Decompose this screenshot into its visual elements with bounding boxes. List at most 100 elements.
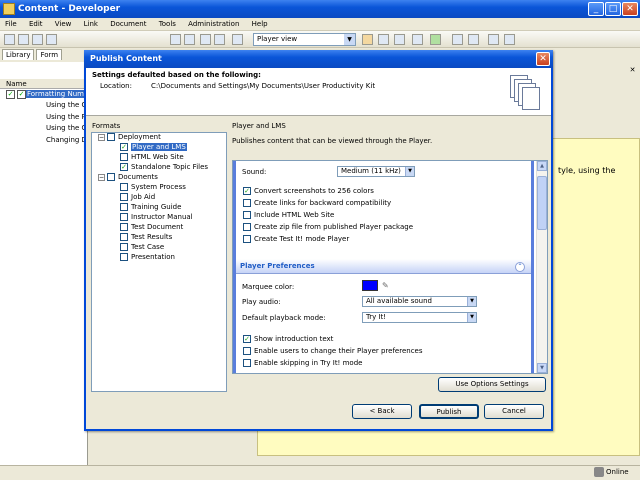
undo-icon[interactable] [504,34,515,45]
checkbox-show-intro[interactable]: ✓ [243,335,251,343]
menu-link[interactable]: Link [79,18,103,28]
tree-check-icons: ✓ ✓ [6,90,26,99]
view-icon-1[interactable] [362,34,373,45]
menu-administration[interactable]: Administration [183,18,244,28]
save-icon[interactable] [32,34,43,45]
checkbox-change-prefs[interactable] [243,347,251,355]
spell-icon[interactable] [214,34,225,45]
menu-help[interactable]: Help [247,18,273,28]
checkbox-test-document[interactable] [120,223,128,231]
checkbox-player-lms[interactable]: ✓ [120,143,128,151]
menu-tools[interactable]: Tools [154,18,181,28]
format-training-guide[interactable]: Training Guide [120,203,181,211]
maximize-button[interactable]: □ [605,2,621,16]
checkbox-documents[interactable] [107,173,115,181]
outline2-icon[interactable] [184,34,195,45]
play-audio-select[interactable]: All available sound ▼ [362,296,477,307]
checkbox-enable-skipping[interactable] [243,359,251,367]
checkbox-convert-256[interactable]: ✓ [243,187,251,195]
menu-edit[interactable]: Edit [24,18,48,28]
option-show-intro[interactable]: ✓ Show introduction text [243,335,333,343]
option-create-zip[interactable]: Create zip file from published Player pa… [243,223,413,231]
refresh-icon[interactable] [430,34,441,45]
preview-text: tyle, using the [558,166,616,175]
checkbox-create-zip[interactable] [243,223,251,231]
format-player-lms[interactable]: ✓ Player and LMS [120,143,187,151]
dialog-close-button[interactable]: ✕ [536,52,550,66]
checkbox-backward-links[interactable] [243,199,251,207]
option-backward-links[interactable]: Create links for backward compatibility [243,199,391,207]
format-system-process[interactable]: System Process [120,183,186,191]
collapse-icon[interactable]: − [98,133,105,141]
view-mode-select[interactable]: Player view ▼ [253,33,356,46]
checkbox-html-web-site[interactable] [120,153,128,161]
tab-form[interactable]: Form [36,49,63,60]
format-html-web-site[interactable]: HTML Web Site [120,153,184,161]
publish-icon[interactable] [488,34,499,45]
format-test-case[interactable]: Test Case [120,243,164,251]
print-icon[interactable] [46,34,57,45]
open-icon[interactable] [18,34,29,45]
checkbox-deployment[interactable] [107,133,115,141]
tree-item-formatting[interactable]: Formatting Numb [25,90,91,98]
checkbox-presentation[interactable] [120,253,128,261]
option-enable-skipping[interactable]: Enable skipping in Try It! mode [243,359,362,367]
settings-scrollbar[interactable]: ▲ ▼ [536,161,547,373]
publish-button[interactable]: Publish [419,404,479,419]
checkbox-include-html[interactable] [243,211,251,219]
color-picker-icon[interactable]: ✎ [382,281,389,290]
cancel-button[interactable]: Cancel [484,404,544,419]
new-icon[interactable] [4,34,15,45]
scroll-down-icon[interactable]: ▼ [537,363,547,373]
checkbox-instructor-manual[interactable] [120,213,128,221]
play-audio-label: Play audio: [242,298,281,306]
menu-document[interactable]: Document [105,18,151,28]
close-pane-icon[interactable]: ✕ [628,66,637,75]
format-test-document[interactable]: Test Document [120,223,183,231]
chevron-down-icon: ▼ [405,167,414,176]
option-change-prefs[interactable]: Enable users to change their Player pref… [243,347,423,355]
checkbox-standalone-topic[interactable]: ✓ [120,163,128,171]
find-icon[interactable] [200,34,211,45]
checkbox-test-case[interactable] [120,243,128,251]
tab-library[interactable]: Library [2,49,35,60]
checkbox-job-aid[interactable] [120,193,128,201]
checkbox-test-results[interactable] [120,233,128,241]
help-icon[interactable] [232,34,243,45]
format-test-results[interactable]: Test Results [120,233,172,241]
online-icon [594,467,604,477]
check-out-icon[interactable] [468,34,479,45]
collapse-icon[interactable]: − [98,173,105,181]
check-in-icon[interactable] [452,34,463,45]
menu-file[interactable]: File [0,18,22,28]
view-icon-3[interactable] [394,34,405,45]
back-button[interactable]: < Back [352,404,412,419]
checkbox-system-process[interactable] [120,183,128,191]
menu-view[interactable]: View [50,18,77,28]
minimize-button[interactable]: _ [588,2,604,16]
option-test-it-player[interactable]: Create Test It! mode Player [243,235,349,243]
view-icon-4[interactable] [412,34,423,45]
checkbox-test-it-player[interactable] [243,235,251,243]
checkbox-training-guide[interactable] [120,203,128,211]
format-presentation[interactable]: Presentation [120,253,175,261]
sound-select[interactable]: Medium (11 kHz) ▼ [337,166,415,177]
panel-title: Player and LMS [232,122,286,130]
format-documents[interactable]: − Documents [98,173,158,181]
format-deployment[interactable]: − Deployment [98,133,161,141]
option-include-html[interactable]: Include HTML Web Site [243,211,334,219]
option-convert-256[interactable]: ✓ Convert screenshots to 256 colors [243,187,374,195]
scroll-thumb[interactable] [537,176,547,230]
column-header-name[interactable]: Name [0,79,88,89]
collapse-section-icon[interactable]: ⌃ [515,262,525,272]
scroll-up-icon[interactable]: ▲ [537,161,547,171]
use-options-settings-button[interactable]: Use Options Settings [438,377,546,392]
format-instructor-manual[interactable]: Instructor Manual [120,213,193,221]
outline-icon[interactable] [170,34,181,45]
playback-mode-select[interactable]: Try It! ▼ [362,312,477,323]
marquee-color-swatch[interactable] [362,280,378,291]
format-job-aid[interactable]: Job Aid [120,193,155,201]
view-icon-2[interactable] [378,34,389,45]
close-window-button[interactable]: ✕ [622,2,638,16]
format-standalone-topic[interactable]: ✓ Standalone Topic Files [120,163,208,171]
